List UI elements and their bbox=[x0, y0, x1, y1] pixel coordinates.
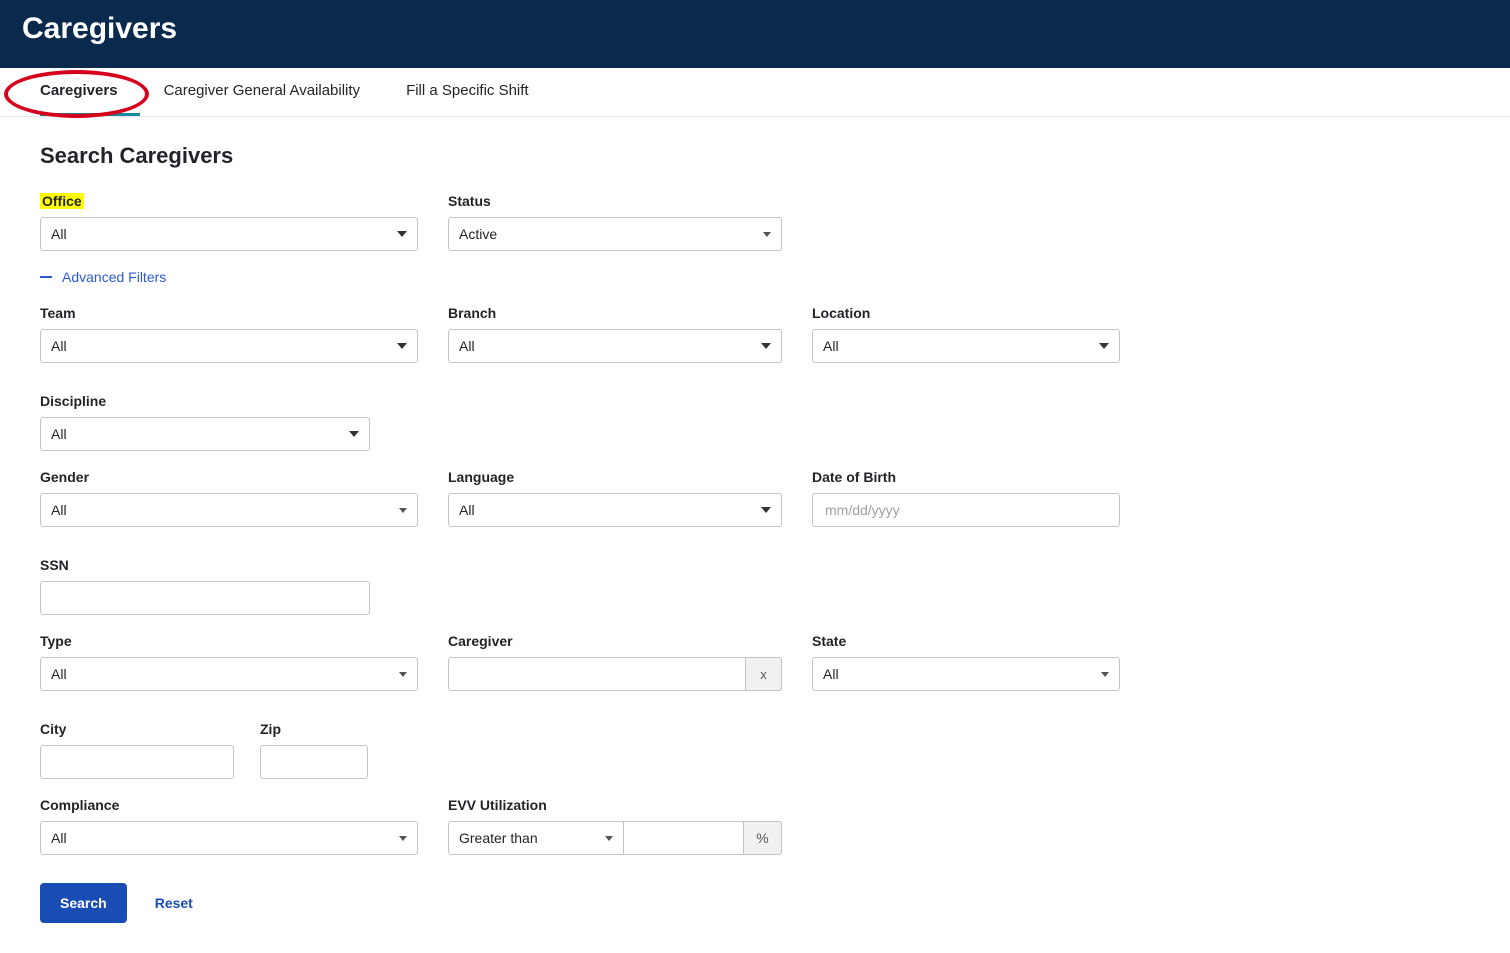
type-select[interactable]: All bbox=[40, 657, 418, 691]
tabs-bar: Caregivers Caregiver General Availabilit… bbox=[0, 68, 1510, 117]
chevron-down-icon bbox=[399, 672, 407, 677]
percent-suffix: % bbox=[744, 821, 782, 855]
city-input[interactable] bbox=[40, 745, 234, 779]
reset-button[interactable]: Reset bbox=[155, 895, 193, 911]
zip-input[interactable] bbox=[260, 745, 368, 779]
tab-fill-shift[interactable]: Fill a Specific Shift bbox=[406, 68, 551, 116]
office-value: All bbox=[51, 226, 67, 242]
label-status: Status bbox=[448, 193, 782, 209]
label-caregiver: Caregiver bbox=[448, 633, 782, 649]
label-state: State bbox=[812, 633, 1120, 649]
minus-icon bbox=[40, 276, 52, 278]
caregiver-input[interactable] bbox=[448, 657, 746, 691]
team-select[interactable]: All bbox=[40, 329, 418, 363]
page-title: Caregivers bbox=[22, 12, 1488, 46]
label-compliance: Compliance bbox=[40, 797, 418, 813]
search-panel: Search Caregivers Office All Status Acti… bbox=[0, 117, 1510, 953]
field-office: Office All bbox=[40, 193, 418, 251]
label-team: Team bbox=[40, 305, 418, 321]
chevron-down-icon bbox=[1099, 343, 1109, 349]
tab-general-availability[interactable]: Caregiver General Availability bbox=[164, 68, 383, 116]
chevron-down-icon bbox=[349, 431, 359, 437]
page-header: Caregivers bbox=[0, 0, 1510, 68]
field-status: Status Active bbox=[448, 193, 782, 251]
label-type: Type bbox=[40, 633, 418, 649]
label-city: City bbox=[40, 721, 234, 737]
ssn-input[interactable] bbox=[40, 581, 370, 615]
discipline-select[interactable]: All bbox=[40, 417, 370, 451]
chevron-down-icon bbox=[1101, 672, 1109, 677]
status-value: Active bbox=[459, 226, 497, 242]
label-office: Office bbox=[40, 193, 84, 209]
evv-comparator-select[interactable]: Greater than bbox=[448, 821, 624, 855]
location-select[interactable]: All bbox=[812, 329, 1120, 363]
state-select[interactable]: All bbox=[812, 657, 1120, 691]
gender-select[interactable]: All bbox=[40, 493, 418, 527]
chevron-down-icon bbox=[399, 836, 407, 841]
language-select[interactable]: All bbox=[448, 493, 782, 527]
label-zip: Zip bbox=[260, 721, 368, 737]
label-dob: Date of Birth bbox=[812, 469, 1120, 485]
advanced-filters-toggle[interactable]: Advanced Filters bbox=[40, 269, 166, 285]
office-select[interactable]: All bbox=[40, 217, 418, 251]
evv-value-input[interactable] bbox=[624, 821, 744, 855]
compliance-select[interactable]: All bbox=[40, 821, 418, 855]
branch-select[interactable]: All bbox=[448, 329, 782, 363]
label-evv: EVV Utilization bbox=[448, 797, 782, 813]
label-gender: Gender bbox=[40, 469, 418, 485]
tab-caregivers[interactable]: Caregivers bbox=[40, 68, 140, 116]
section-title: Search Caregivers bbox=[40, 143, 1470, 169]
chevron-down-icon bbox=[397, 231, 407, 237]
chevron-down-icon bbox=[605, 836, 613, 841]
label-discipline: Discipline bbox=[40, 393, 370, 409]
advanced-filters-label: Advanced Filters bbox=[62, 269, 166, 285]
label-ssn: SSN bbox=[40, 557, 370, 573]
chevron-down-icon bbox=[399, 508, 407, 513]
label-branch: Branch bbox=[448, 305, 782, 321]
chevron-down-icon bbox=[761, 507, 771, 513]
status-select[interactable]: Active bbox=[448, 217, 782, 251]
search-button[interactable]: Search bbox=[40, 883, 127, 923]
label-language: Language bbox=[448, 469, 782, 485]
chevron-down-icon bbox=[763, 232, 771, 237]
chevron-down-icon bbox=[397, 343, 407, 349]
chevron-down-icon bbox=[761, 343, 771, 349]
caregiver-clear-button[interactable]: x bbox=[746, 657, 782, 691]
dob-input[interactable] bbox=[812, 493, 1120, 527]
label-location: Location bbox=[812, 305, 1120, 321]
